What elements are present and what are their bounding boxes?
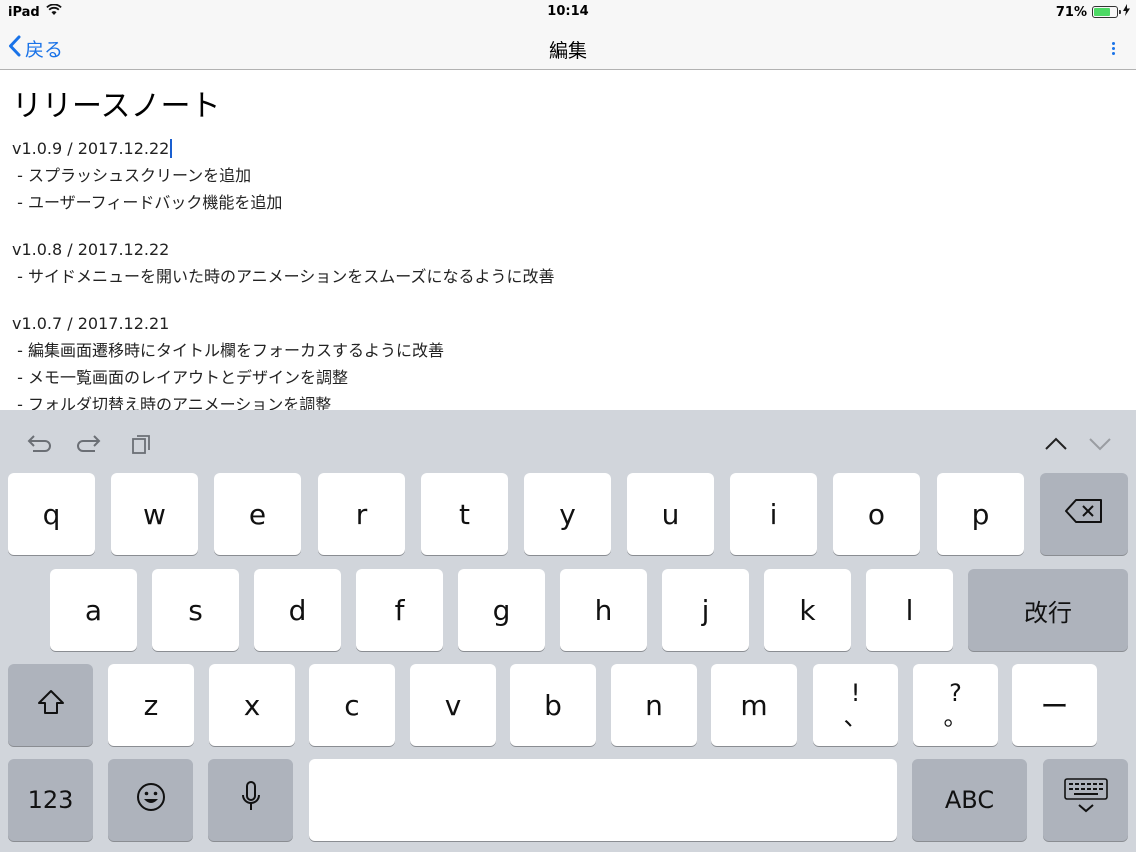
key-b[interactable]: b [510, 664, 596, 746]
ellipsis-dot [1111, 51, 1115, 55]
key-n[interactable]: n [611, 664, 697, 746]
note-title[interactable]: リリースノート [12, 81, 221, 125]
long-dash-key[interactable]: ー [1012, 664, 1097, 746]
key-q[interactable]: q [8, 473, 95, 555]
dual-label: ! 、 [844, 681, 868, 729]
exclamation-comma-key[interactable]: ! 、 [813, 664, 898, 746]
undo-icon[interactable] [24, 432, 52, 456]
key-x[interactable]: x [209, 664, 295, 746]
key-a[interactable]: a [50, 569, 137, 651]
text-caret [170, 139, 173, 158]
page-title: 編集 [548, 40, 587, 62]
key-l[interactable]: l [866, 569, 953, 651]
key-k[interactable]: k [764, 569, 851, 651]
version-heading: v1.0.9 / 2017.12.22 [12, 135, 555, 162]
key-d[interactable]: d [254, 569, 341, 651]
redo-icon[interactable] [76, 432, 104, 456]
status-bar: iPad 10:14 71% [0, 0, 1136, 26]
shift-icon [36, 688, 66, 723]
shift-key[interactable] [8, 664, 93, 746]
key-v[interactable]: v [410, 664, 496, 746]
battery-fill [1094, 8, 1110, 16]
status-time: 10:14 [547, 4, 589, 19]
key-i[interactable]: i [730, 473, 817, 555]
key-y[interactable]: y [524, 473, 611, 555]
key-e[interactable]: e [214, 473, 301, 555]
back-button[interactable]: 戻る [8, 34, 63, 62]
chevron-left-icon [8, 35, 21, 62]
key-top-label: ! [850, 679, 861, 707]
status-right: 71% [1056, 4, 1130, 20]
list-item: - 編集画面遷移時にタイトル欄をフォーカスするように改善 [12, 341, 444, 360]
paste-icon[interactable] [127, 432, 155, 456]
key-h[interactable]: h [560, 569, 647, 651]
dual-label: ? 。 [944, 681, 968, 729]
key-m[interactable]: m [711, 664, 797, 746]
keyboard-dismiss-icon [1063, 777, 1108, 823]
list-item: - メモ一覧画面のレイアウトとデザインを調整 [12, 368, 348, 387]
version-text: v1.0.7 / 2017.12.21 [12, 314, 170, 333]
numbers-key[interactable]: 123 [8, 759, 93, 841]
more-options-button[interactable] [1108, 38, 1118, 58]
key-z[interactable]: z [108, 664, 194, 746]
key-f[interactable]: f [356, 569, 443, 651]
list-item: - スプラッシュスクリーンを追加 [12, 166, 252, 185]
space-bar[interactable] [309, 759, 897, 841]
list-item: - サイドメニューを開いた時のアニメーションをスムーズになるように改善 [12, 267, 555, 286]
key-s[interactable]: s [152, 569, 239, 651]
delete-icon [1064, 498, 1104, 531]
chevron-down-icon[interactable] [1086, 432, 1114, 456]
list-item: - フォルダ切替え時のアニメーションを調整 [12, 395, 332, 410]
vertical-ellipsis-icon [1111, 41, 1115, 45]
charging-bolt-icon [1123, 4, 1130, 20]
question-period-key[interactable]: ? 。 [913, 664, 998, 746]
key-r[interactable]: r [318, 473, 405, 555]
keyboard-dismiss-key[interactable] [1043, 759, 1128, 841]
shortcut-bar [0, 410, 1136, 472]
emoji-key[interactable] [108, 759, 193, 841]
note-body[interactable]: v1.0.9 / 2017.12.22 - スプラッシュスクリーンを追加 - ユ… [12, 135, 555, 410]
key-top-label: ? [949, 679, 962, 707]
ellipsis-dot [1111, 46, 1115, 50]
dictation-key[interactable] [208, 759, 293, 841]
key-u[interactable]: u [627, 473, 714, 555]
key-t[interactable]: t [421, 473, 508, 555]
emoji-icon [135, 781, 167, 820]
battery-percent: 71% [1055, 4, 1087, 20]
navigation-bar: 戻る 編集 [0, 26, 1136, 70]
key-bottom-label: 。 [943, 703, 968, 731]
microphone-icon [240, 780, 262, 821]
chevron-up-icon[interactable] [1042, 432, 1070, 456]
software-keyboard: 改行 ! 、 ? 。 ー 123 ABC qwertyuiop asdf g h … [0, 410, 1136, 852]
version-text: v1.0.9 / 2017.12.22 [12, 139, 170, 158]
abc-key[interactable]: ABC [912, 759, 1027, 841]
back-label: 戻る [25, 38, 64, 61]
key-p[interactable]: p [937, 473, 1024, 555]
list-item: - ユーザーフィードバック機能を追加 [12, 193, 283, 212]
version-heading: v1.0.8 / 2017.12.22 [12, 236, 555, 263]
return-key[interactable]: 改行 [968, 569, 1128, 651]
key-c[interactable]: c [309, 664, 395, 746]
delete-key[interactable] [1040, 473, 1128, 555]
version-heading: v1.0.7 / 2017.12.21 [12, 310, 555, 337]
key-bottom-label: 、 [843, 703, 868, 731]
version-text: v1.0.8 / 2017.12.22 [12, 240, 170, 259]
battery-icon [1092, 6, 1121, 18]
key-o[interactable]: o [833, 473, 920, 555]
key-j[interactable]: j [662, 569, 749, 651]
key-g[interactable]: g [458, 569, 545, 651]
key-w[interactable]: w [111, 473, 198, 555]
note-editor[interactable]: リリースノート v1.0.9 / 2017.12.22 - スプラッシュスクリー… [0, 71, 1136, 410]
